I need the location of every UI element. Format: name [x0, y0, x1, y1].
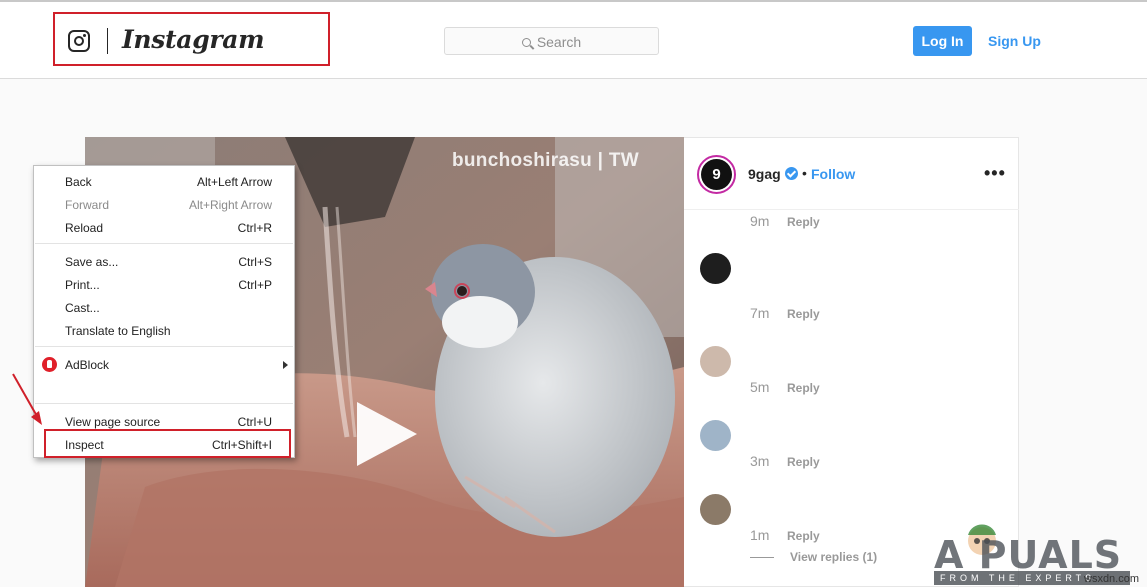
search-icon: [521, 38, 531, 47]
search-input[interactable]: Search: [444, 27, 659, 55]
menu-item-label: Translate to English: [65, 324, 171, 338]
context-menu-item-back[interactable]: Back Alt+Left Arrow: [34, 171, 294, 193]
commenter-avatar[interactable]: [700, 420, 731, 451]
comment-time: 9m: [750, 213, 770, 229]
comment-time: 7m: [750, 305, 770, 321]
reply-button[interactable]: Reply: [787, 215, 820, 229]
post-header: 9 9gag • Follow •••: [684, 138, 1019, 210]
view-replies-line: [750, 557, 774, 558]
red-arrow-icon: [12, 373, 42, 425]
reply-button[interactable]: Reply: [787, 529, 820, 543]
menu-item-shortcut: Alt+Left Arrow: [196, 175, 272, 189]
context-menu-item-translate[interactable]: Translate to English: [34, 320, 294, 342]
menu-item-label: Save as...: [65, 255, 119, 269]
comment-time: 3m: [750, 453, 770, 469]
menu-item-shortcut: Alt+Right Arrow: [188, 198, 272, 212]
menu-item-shortcut: Ctrl+U: [237, 415, 272, 429]
top-navigation-bar: Instagram Search Log In Sign Up: [0, 0, 1147, 79]
reply-button[interactable]: Reply: [787, 381, 820, 395]
menu-item-shortcut: Ctrl+P: [238, 278, 272, 292]
comment-text: [750, 496, 890, 504]
menu-item-label: Back: [65, 175, 92, 189]
commenter-avatar[interactable]: [700, 346, 731, 377]
avatar: 9: [701, 159, 732, 190]
author-avatar-ring[interactable]: 9: [697, 155, 736, 194]
menu-item-label: Cast...: [65, 301, 100, 315]
comment-text: [750, 348, 880, 356]
menu-item-shortcut: Ctrl+R: [237, 221, 272, 235]
follow-button[interactable]: Follow: [811, 166, 855, 182]
comment-text: [750, 254, 960, 262]
context-menu-item-forward[interactable]: Forward Alt+Right Arrow: [34, 194, 294, 216]
inspect-highlight-box: [44, 429, 291, 458]
comment-text: [750, 422, 930, 430]
more-options-icon[interactable]: •••: [984, 163, 1006, 184]
menu-separator: [35, 243, 293, 244]
menu-item-shortcut: Ctrl+S: [238, 255, 272, 269]
context-menu-item-print[interactable]: Print... Ctrl+P: [34, 274, 294, 296]
comment-time: 5m: [750, 379, 770, 395]
sign-up-link[interactable]: Sign Up: [988, 33, 1041, 49]
menu-item-label: Print...: [65, 278, 100, 292]
menu-separator: [35, 346, 293, 347]
author-username[interactable]: 9gag: [748, 166, 781, 182]
context-menu-item-cast[interactable]: Cast...: [34, 297, 294, 319]
submenu-arrow-icon: [283, 361, 288, 369]
menu-item-label: Reload: [65, 221, 104, 235]
context-menu-item-reload[interactable]: Reload Ctrl+R: [34, 217, 294, 239]
video-watermark: bunchoshirasu | TW: [452, 150, 639, 171]
separator-dot: •: [802, 165, 807, 181]
play-icon[interactable]: [357, 402, 417, 466]
menu-item-label: AdBlock: [65, 358, 110, 372]
menu-separator: [35, 403, 293, 404]
menu-item-label: View page source: [65, 415, 161, 429]
commenter-avatar[interactable]: [700, 494, 731, 525]
comment-time: 1m: [750, 527, 770, 543]
site-credit: wsxdn.com: [1084, 573, 1140, 585]
logo-divider: [107, 28, 108, 54]
browser-context-menu: Back Alt+Left Arrow Forward Alt+Right Ar…: [33, 165, 295, 458]
log-in-button[interactable]: Log In: [913, 26, 972, 56]
instagram-wordmark[interactable]: Instagram: [122, 25, 265, 54]
commenter-avatar[interactable]: [700, 253, 731, 284]
context-menu-item-save-as[interactable]: Save as... Ctrl+S: [34, 251, 294, 273]
search-placeholder: Search: [536, 34, 582, 50]
instagram-camera-icon[interactable]: [68, 30, 90, 52]
view-replies-button[interactable]: View replies (1): [790, 550, 877, 564]
menu-item-label: Forward: [65, 198, 110, 212]
context-menu-item-adblock[interactable]: AdBlock: [34, 354, 294, 376]
reply-button[interactable]: Reply: [787, 307, 820, 321]
browser-top-edge: [0, 0, 1147, 2]
reply-button[interactable]: Reply: [787, 455, 820, 469]
verified-badge-icon: [785, 167, 798, 180]
